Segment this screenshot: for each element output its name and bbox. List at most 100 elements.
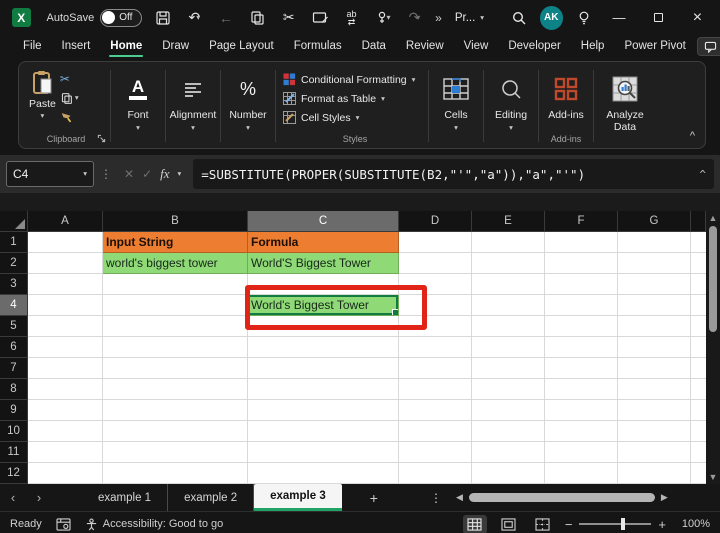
cell-a4[interactable] (28, 295, 103, 316)
cell-g2[interactable] (618, 253, 691, 274)
formula-input[interactable]: =SUBSTITUTE(PROPER(SUBSTITUTE(B2,"'","a"… (193, 159, 714, 189)
cell-b2[interactable]: world's biggest tower (103, 253, 248, 274)
editing-group[interactable]: Editing ▾ (485, 66, 537, 146)
conditional-formatting-button[interactable]: Conditional Formatting ▾ (283, 70, 415, 89)
cell-d2[interactable] (399, 253, 472, 274)
cell-f5[interactable] (545, 316, 618, 337)
paste-button[interactable]: Paste ▾ (29, 66, 56, 120)
email-icon[interactable] (309, 7, 330, 29)
cell-g11[interactable] (618, 442, 691, 463)
vertical-scroll-thumb[interactable] (709, 226, 717, 332)
cell-d8[interactable] (399, 379, 472, 400)
cell-d1[interactable] (399, 232, 472, 253)
accessibility-status[interactable]: Accessibility: Good to go (85, 518, 223, 531)
tab-insert[interactable]: Insert (53, 37, 100, 56)
cell-g3[interactable] (618, 274, 691, 295)
zoom-out-button[interactable]: − (565, 517, 573, 532)
sheet-tab-example-1[interactable]: example 1 (82, 484, 168, 511)
cell-c12[interactable] (248, 463, 399, 484)
collapse-ribbon-icon[interactable]: ^ (690, 130, 695, 142)
analyze-data-icon[interactable] (611, 72, 639, 106)
cell-f2[interactable] (545, 253, 618, 274)
cell-e11[interactable] (472, 442, 545, 463)
cell-e10[interactable] (472, 421, 545, 442)
cell-e6[interactable] (472, 337, 545, 358)
cells-group[interactable]: Cells ▾ (430, 66, 482, 146)
cell-a6[interactable] (28, 337, 103, 358)
cell-a9[interactable] (28, 400, 103, 421)
clipboard-dialog-launcher-icon[interactable] (97, 134, 106, 143)
sheet-options-icon[interactable]: ⋮ (430, 491, 442, 505)
row-header-3[interactable]: 3 (0, 274, 28, 295)
cell-d10[interactable] (399, 421, 472, 442)
cell-f3[interactable] (545, 274, 618, 295)
cell-f11[interactable] (545, 442, 618, 463)
cell-styles-button[interactable]: Cell Styles ▾ (283, 108, 359, 127)
row-header-2[interactable]: 2 (0, 253, 28, 274)
cell-c11[interactable] (248, 442, 399, 463)
cell-b10[interactable] (103, 421, 248, 442)
cell-c8[interactable] (248, 379, 399, 400)
row-header-5[interactable]: 5 (0, 316, 28, 337)
page-layout-view-button[interactable] (497, 515, 521, 533)
row-header-6[interactable]: 6 (0, 337, 28, 358)
zoom-in-button[interactable]: + (658, 517, 666, 532)
maximize-button[interactable] (644, 5, 673, 31)
insert-function-icon[interactable]: fx (160, 166, 169, 182)
lightbulb-icon[interactable] (573, 7, 594, 29)
cell-e3[interactable] (472, 274, 545, 295)
minimize-button[interactable]: — (604, 5, 633, 31)
cell-a11[interactable] (28, 442, 103, 463)
row-header-11[interactable]: 11 (0, 442, 28, 463)
cut-icon[interactable]: ✂ (278, 7, 299, 29)
cell-b7[interactable] (103, 358, 248, 379)
column-header-a[interactable]: A (28, 211, 103, 232)
cell-b11[interactable] (103, 442, 248, 463)
cell-e12[interactable] (472, 463, 545, 484)
column-header-e[interactable]: E (472, 211, 545, 232)
copy-button[interactable]: ▾ (60, 91, 79, 105)
cell-g1[interactable] (618, 232, 691, 253)
cell-d7[interactable] (399, 358, 472, 379)
select-all-corner[interactable] (0, 211, 28, 232)
zoom-slider[interactable] (579, 523, 651, 525)
excel-logo-icon[interactable]: X (12, 8, 31, 27)
autosave-toggle[interactable]: Off (100, 9, 142, 27)
cell-b12[interactable] (103, 463, 248, 484)
scroll-up-icon[interactable]: ▲ (709, 213, 718, 223)
cell-g4[interactable] (618, 295, 691, 316)
cell-b1[interactable]: Input String (103, 232, 248, 253)
cell-f4[interactable] (545, 295, 618, 316)
zoom-level[interactable]: 100% (676, 518, 710, 530)
macro-record-icon[interactable] (56, 518, 71, 531)
cell-e4[interactable] (472, 295, 545, 316)
autosave-control[interactable]: AutoSave Off (47, 9, 143, 27)
cell-c6[interactable] (248, 337, 399, 358)
name-box[interactable]: C4 ▾ (6, 161, 94, 187)
cell-f10[interactable] (545, 421, 618, 442)
horizontal-scroll-thumb[interactable] (469, 493, 655, 502)
row-header-8[interactable]: 8 (0, 379, 28, 400)
search-icon[interactable] (508, 7, 529, 29)
column-header-d[interactable]: D (399, 211, 472, 232)
column-header-f[interactable]: F (545, 211, 618, 232)
cell-a5[interactable] (28, 316, 103, 337)
scroll-down-icon[interactable]: ▼ (709, 472, 718, 482)
tab-view[interactable]: View (455, 37, 498, 56)
normal-view-button[interactable] (463, 515, 487, 533)
row-header-1[interactable]: 1 (0, 232, 28, 253)
cell-g12[interactable] (618, 463, 691, 484)
row-header-4[interactable]: 4 (0, 295, 28, 316)
column-header-g[interactable]: G (618, 211, 691, 232)
cell-d9[interactable] (399, 400, 472, 421)
close-button[interactable]: × (683, 5, 712, 31)
comments-button[interactable] (697, 37, 720, 56)
zoom-slider-thumb[interactable] (621, 518, 625, 530)
format-as-table-button[interactable]: Format as Table ▾ (283, 89, 385, 108)
cell-g6[interactable] (618, 337, 691, 358)
cell-g9[interactable] (618, 400, 691, 421)
cell-a1[interactable] (28, 232, 103, 253)
cell-b6[interactable] (103, 337, 248, 358)
cell-b3[interactable] (103, 274, 248, 295)
tab-review[interactable]: Review (397, 37, 453, 56)
